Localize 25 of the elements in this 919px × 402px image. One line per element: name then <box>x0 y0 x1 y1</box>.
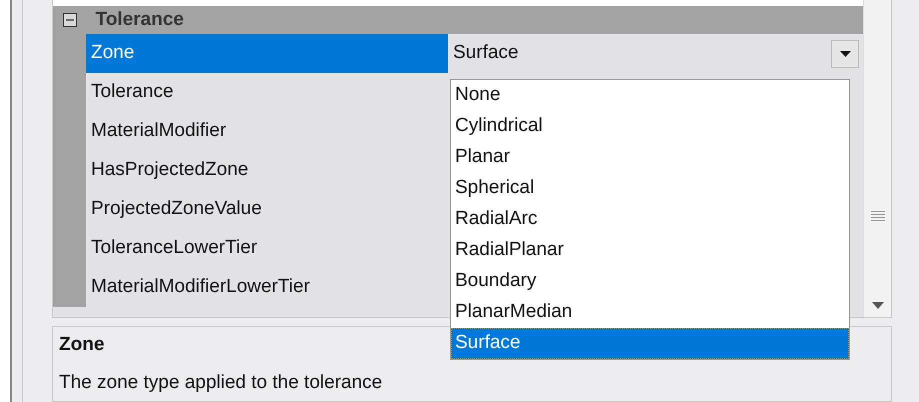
dropdown-option[interactable]: Planar <box>451 142 849 173</box>
dropdown-option[interactable]: PlanarMedian <box>451 297 849 328</box>
property-value[interactable]: Surface <box>453 39 518 68</box>
collapse-icon[interactable] <box>62 13 76 27</box>
property-name[interactable]: HasProjectedZone <box>86 151 448 190</box>
property-name[interactable]: Zone <box>86 34 448 73</box>
dropdown-option[interactable]: Spherical <box>451 173 849 204</box>
scrollbar-grip-icon[interactable] <box>870 210 886 222</box>
caret-icon <box>840 50 850 56</box>
property-name[interactable]: MaterialModifier <box>86 112 448 151</box>
description-text: The zone type applied to the tolerance <box>59 370 384 394</box>
description-title: Zone <box>59 332 104 356</box>
property-name[interactable]: ToleranceLowerTier <box>86 229 448 268</box>
dropdown-option[interactable]: Cylindrical <box>451 111 849 142</box>
property-name[interactable]: MaterialModifierLowerTier <box>86 268 448 307</box>
dropdown-option[interactable]: Boundary <box>451 266 849 297</box>
property-name[interactable]: Tolerance <box>86 73 448 112</box>
dropdown-option[interactable]: None <box>451 80 849 111</box>
dropdown-option[interactable]: Surface <box>451 328 849 359</box>
scroll-down-icon[interactable] <box>872 302 884 308</box>
dropdown-option[interactable]: RadialArc <box>451 204 849 235</box>
property-name[interactable]: ProjectedZoneValue <box>86 190 448 229</box>
dropdown-button[interactable] <box>831 40 859 68</box>
category-title: Tolerance <box>94 8 184 32</box>
dropdown-option[interactable]: RadialPlanar <box>451 235 849 266</box>
